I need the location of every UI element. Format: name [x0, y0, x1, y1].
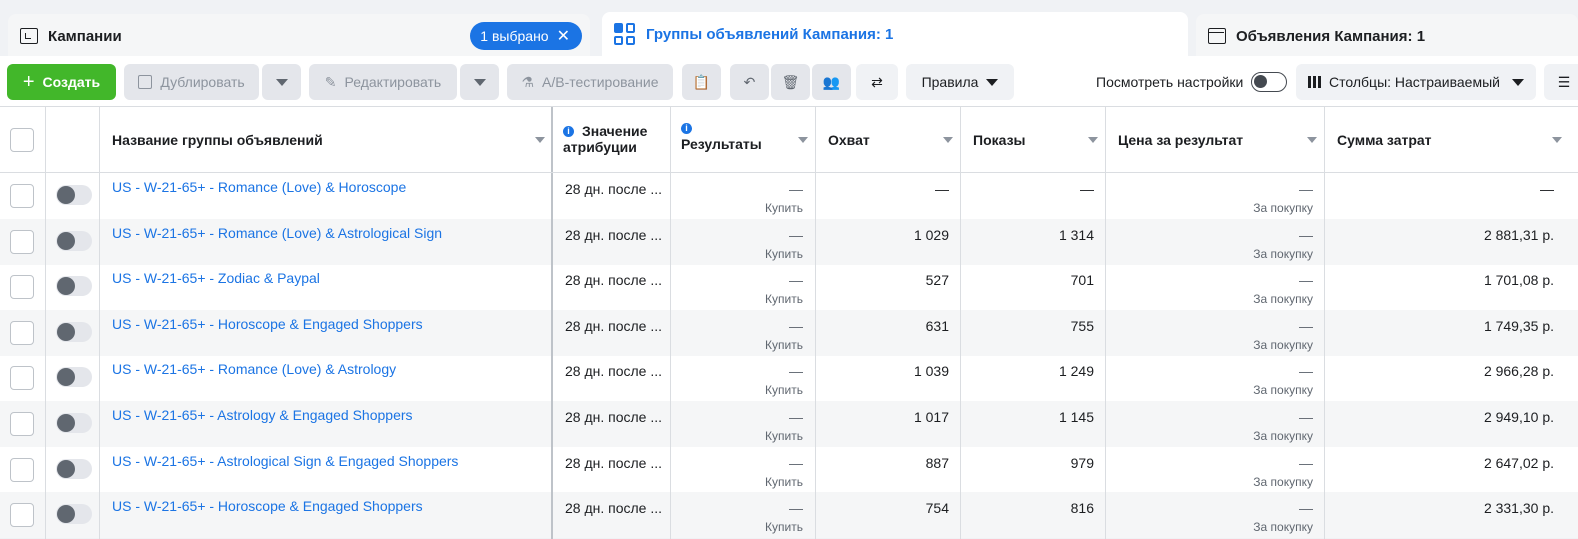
header-impressions-label: Показы: [973, 132, 1026, 148]
preview-button[interactable]: ⇄: [856, 64, 898, 100]
duplicate-dropdown[interactable]: [262, 64, 301, 100]
header-spent-label: Сумма затрат: [1337, 132, 1432, 148]
header-attribution[interactable]: i Значение атрибуции: [553, 107, 671, 173]
clipboard-icon: 📋: [692, 73, 711, 90]
select-all-cell: [0, 107, 46, 173]
columns-button[interactable]: Столбцы: Настраиваемый: [1296, 64, 1536, 100]
level-tabs: Кампании 1 выбрано ✕ Группы объявлений К…: [0, 0, 1578, 58]
rules-button[interactable]: Правила: [906, 64, 1014, 100]
plus-icon: +: [22, 70, 35, 93]
spent-value: 2 881,31 р.: [1483, 226, 1554, 243]
duplicate-icon: [138, 75, 153, 89]
spent-value: 1 749,35 р.: [1483, 317, 1554, 334]
ab-test-label: A/B-тестирование: [542, 74, 659, 90]
ab-test-button[interactable]: ⚗ A/B-тестирование: [507, 64, 673, 100]
tab-ads[interactable]: Объявления Кампания: 1: [1196, 14, 1578, 58]
sort-icon[interactable]: [798, 137, 808, 143]
header-attribution-line2: атрибуции: [563, 139, 637, 155]
undo-icon: ↶: [743, 73, 756, 90]
view-settings-switch[interactable]: [1251, 72, 1288, 92]
table-header: Название группы объявлений i Значение ат…: [0, 107, 1578, 173]
header-name-label: Название группы объявлений: [112, 132, 323, 148]
chevron-down-icon: [473, 78, 486, 86]
spent-value: —: [1540, 181, 1554, 197]
chevron-down-icon: [275, 78, 288, 86]
header-reach[interactable]: Охват: [816, 107, 961, 173]
header-results[interactable]: i Результаты: [671, 107, 816, 173]
toolbar: + Создать Дублировать ✎ Редактировать ⚗ …: [0, 56, 1578, 106]
close-icon[interactable]: ✕: [557, 26, 570, 46]
chevron-down-icon: [986, 78, 999, 86]
edit-button[interactable]: ✎ Редактировать: [309, 64, 457, 100]
duplicate-label: Дублировать: [160, 74, 245, 90]
flask-icon: ⚗: [521, 73, 535, 90]
spent-value: 2 331,30 р.: [1483, 500, 1554, 517]
edit-dropdown[interactable]: [460, 64, 499, 100]
select-all-checkbox[interactable]: [10, 128, 34, 152]
people-icon: 👥: [822, 73, 841, 90]
spent-value: 2 966,28 р.: [1483, 363, 1554, 380]
selected-badge[interactable]: 1 выбрано ✕: [470, 22, 582, 50]
info-icon[interactable]: i: [563, 126, 574, 137]
sort-icon[interactable]: [1307, 137, 1317, 143]
header-results-label: Результаты: [681, 136, 762, 152]
undo-button[interactable]: ↶: [730, 64, 769, 100]
sort-icon[interactable]: [1552, 137, 1562, 143]
spent-value: 2 949,10 р.: [1483, 409, 1554, 425]
selected-badge-label: 1 выбрано: [480, 28, 549, 44]
tab-ads-label: Объявления Кампания: 1: [1236, 27, 1426, 45]
header-name[interactable]: Название группы объявлений: [100, 107, 553, 173]
tab-adsets-label: Группы объявлений Кампания: 1: [646, 25, 894, 43]
sort-icon[interactable]: [943, 137, 953, 143]
grid-icon: [614, 23, 636, 45]
breakdown-button[interactable]: ☰: [1544, 64, 1578, 100]
delete-button[interactable]: 🗑: [771, 64, 810, 100]
columns-icon: [1308, 76, 1322, 88]
view-settings-label: Посмотреть настройки: [1096, 74, 1244, 90]
trash-icon: 🗑: [781, 73, 800, 90]
audience-button[interactable]: 👥: [812, 64, 851, 100]
header-impressions[interactable]: Показы: [961, 107, 1106, 173]
header-reach-label: Охват: [828, 132, 870, 148]
create-label: Создать: [42, 74, 101, 90]
rules-label: Правила: [921, 74, 979, 90]
chevron-down-icon: [1511, 78, 1524, 86]
adsets-table: US - W-21-65+ - Romance (Love) & Horosco…: [0, 106, 1578, 539]
create-button[interactable]: + Создать: [7, 64, 116, 100]
pencil-icon: ✎: [324, 73, 337, 90]
spent-value: 2 647,02 р.: [1483, 454, 1554, 471]
header-attribution-label: Значение атрибуции: [563, 123, 648, 155]
sort-icon[interactable]: [535, 137, 545, 143]
breakdown-icon: ☰: [1557, 73, 1571, 90]
folder-icon: [20, 28, 38, 44]
tab-adsets[interactable]: Группы объявлений Кампания: 1: [602, 12, 1188, 56]
header-attribution-line1: Значение: [582, 123, 648, 139]
preview-icon: ⇄: [871, 73, 883, 90]
header-cost-label: Цена за результат: [1118, 132, 1244, 148]
edit-label: Редактировать: [344, 74, 442, 90]
sort-icon[interactable]: [1088, 137, 1098, 143]
columns-label: Столбцы: Настраиваемый: [1329, 74, 1500, 90]
info-icon[interactable]: i: [681, 123, 692, 134]
tab-campaigns[interactable]: Кампании 1 выбрано ✕: [8, 14, 590, 58]
spent-value: 1 701,08 р.: [1483, 272, 1554, 289]
header-amount-spent[interactable]: Сумма затрат: [1325, 107, 1570, 173]
view-settings: Посмотреть настройки: [1096, 64, 1288, 100]
clipboard-button[interactable]: 📋: [682, 64, 721, 100]
ad-window-icon: [1208, 28, 1226, 44]
duplicate-button[interactable]: Дублировать: [124, 64, 259, 100]
header-cost-per-result[interactable]: Цена за результат: [1106, 107, 1325, 173]
tab-campaigns-label: Кампании: [48, 27, 122, 45]
